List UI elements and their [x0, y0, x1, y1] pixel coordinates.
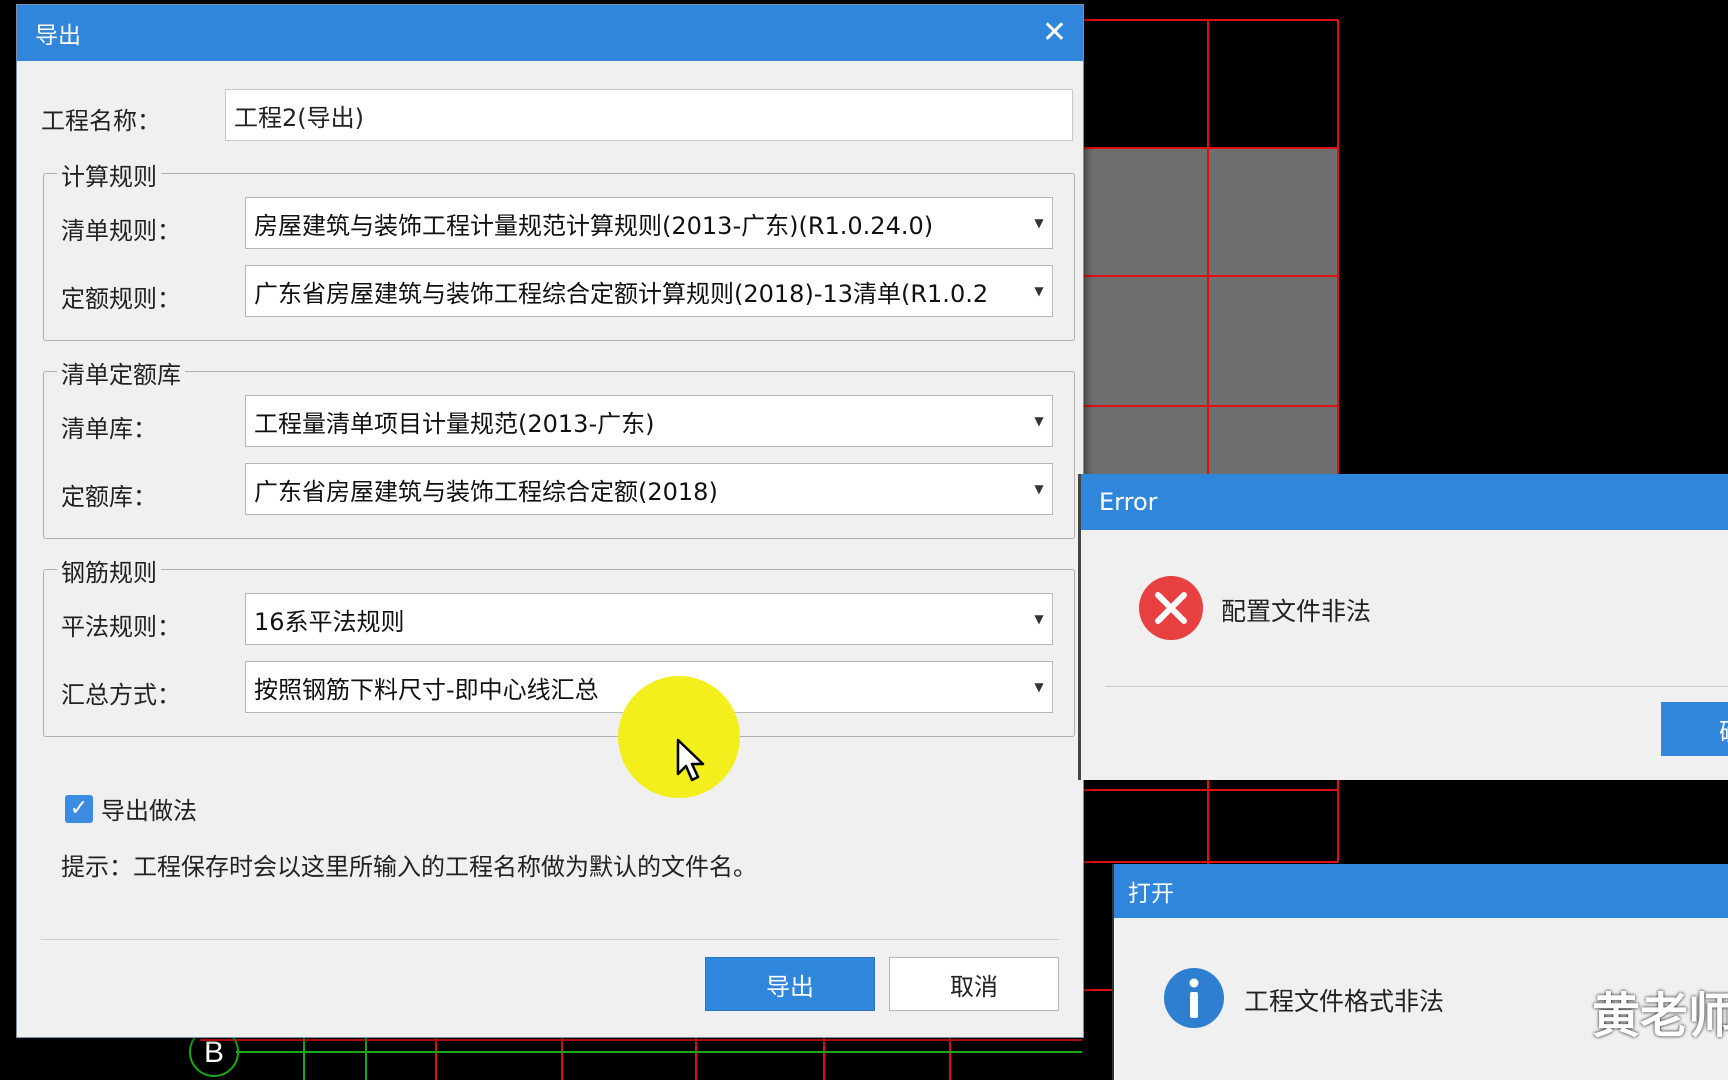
project-name-input[interactable]: 工程2(导出) — [225, 89, 1073, 141]
project-name-label: 工程名称： — [41, 107, 161, 135]
export-method-label: 导出做法 — [101, 797, 197, 825]
cad-gray-fill — [1082, 148, 1338, 488]
quota-rule-value: 广东省房屋建筑与装饰工程综合定额计算规则(2018)-13清单(R1.0.2 — [254, 279, 989, 308]
chevron-down-icon[interactable]: ▼ — [1026, 284, 1052, 298]
cad-axis-label: B — [204, 1036, 224, 1069]
quota-lib-select[interactable]: 广东省房屋建筑与装饰工程综合定额(2018) ▼ — [245, 463, 1053, 515]
quota-lib-value: 广东省房屋建筑与装饰工程综合定额(2018) — [254, 477, 718, 506]
summary-label: 汇总方式： — [61, 681, 181, 709]
quota-rule-select[interactable]: 广东省房屋建筑与装饰工程综合定额计算规则(2018)-13清单(R1.0.2 ▼ — [245, 265, 1053, 317]
list-lib-value: 工程量清单项目计量规范(2013-广东) — [254, 409, 655, 438]
list-lib-label: 清单库： — [61, 415, 157, 443]
flat-rule-label: 平法规则： — [61, 613, 181, 641]
flat-rule-select[interactable]: 16系平法规则 ▼ — [245, 593, 1053, 645]
mouse-pointer-icon — [676, 738, 705, 782]
export-dialog-titlebar[interactable]: 导出 ✕ — [17, 5, 1083, 61]
export-method-checkbox[interactable]: ✓ — [65, 794, 93, 823]
list-lib-select[interactable]: 工程量清单项目计量规范(2013-广东) ▼ — [245, 395, 1053, 447]
dialog-separator — [41, 939, 1059, 940]
quota-rule-label: 定额规则： — [61, 285, 181, 313]
rebar-group-title: 钢筋规则 — [57, 553, 161, 588]
library-group-title: 清单定额库 — [57, 355, 185, 390]
error-dialog-title: Error — [1099, 488, 1158, 516]
chevron-down-icon[interactable]: ▼ — [1026, 482, 1052, 496]
error-icon — [1139, 576, 1203, 640]
chevron-down-icon[interactable]: ▼ — [1026, 216, 1052, 230]
error-message: 配置文件非法 — [1221, 597, 1372, 626]
error-dialog-titlebar[interactable]: Error — [1081, 474, 1728, 530]
open-dialog-title: 打开 — [1128, 881, 1174, 907]
list-rule-value: 房屋建筑与装饰工程计量规范计算规则(2013-广东)(R1.0.24.0) — [254, 211, 934, 240]
open-dialog: 打开 工程文件格式非法 黄老师 — [1112, 864, 1728, 1080]
error-ok-button-label: 确 — [1719, 712, 1728, 747]
list-rule-select[interactable]: 房屋建筑与装饰工程计量规范计算规则(2013-广东)(R1.0.24.0) ▼ — [245, 197, 1053, 249]
calc-rules-group-title: 计算规则 — [57, 157, 161, 192]
error-separator — [1105, 686, 1728, 687]
chevron-down-icon[interactable]: ▼ — [1026, 612, 1052, 626]
project-name-value: 工程2(导出) — [234, 103, 364, 132]
chevron-down-icon[interactable]: ▼ — [1026, 680, 1052, 694]
cancel-button[interactable]: 取消 — [889, 957, 1059, 1011]
hint-text: 提示：工程保存时会以这里所输入的工程名称做为默认的文件名。 — [61, 853, 757, 881]
chevron-down-icon[interactable]: ▼ — [1026, 414, 1052, 428]
error-ok-button[interactable]: 确 — [1661, 702, 1728, 756]
flat-rule-value: 16系平法规则 — [254, 607, 405, 636]
quota-lib-label: 定额库： — [61, 483, 157, 511]
export-button[interactable]: 导出 — [705, 957, 875, 1011]
export-dialog-title: 导出 — [35, 23, 81, 49]
open-dialog-titlebar[interactable]: 打开 — [1114, 864, 1728, 918]
close-icon[interactable]: ✕ — [1042, 18, 1067, 48]
watermark: 黄老师 — [1592, 988, 1728, 1044]
open-message: 工程文件格式非法 — [1244, 987, 1445, 1016]
list-rule-label: 清单规则： — [61, 217, 181, 245]
info-icon — [1164, 968, 1224, 1028]
export-method-row[interactable]: ✓ 导出做法 — [65, 791, 197, 826]
error-dialog: Error 配置文件非法 确 — [1078, 474, 1728, 780]
export-dialog: 导出 ✕ 工程名称： 工程2(导出) 计算规则 清单规则： 房屋建筑与装饰工程计… — [16, 4, 1084, 1038]
